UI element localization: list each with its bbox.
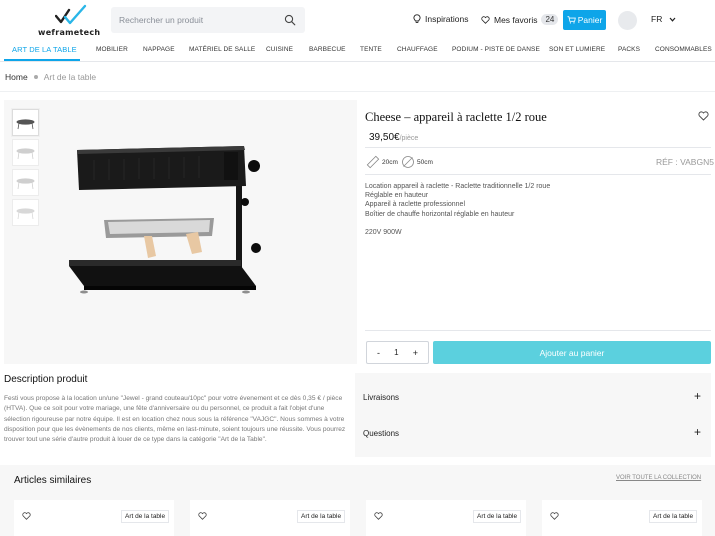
divider	[365, 330, 711, 331]
dimension-height-value: 20cm	[382, 158, 398, 166]
dimension-diameter-value: 50cm	[417, 158, 433, 166]
avatar[interactable]	[618, 11, 637, 30]
product-card[interactable]: Art de la table	[366, 500, 526, 536]
ruler-icon	[366, 155, 380, 169]
product-reference: RÉF : VABGN5	[656, 157, 714, 167]
category-tag: Art de la table	[473, 510, 522, 523]
divider	[0, 91, 715, 92]
breadcrumb-home[interactable]: Home	[5, 72, 28, 82]
search-box	[111, 7, 305, 33]
diameter-icon	[402, 156, 414, 168]
search-icon[interactable]	[284, 14, 296, 26]
thumbnail-image	[16, 119, 35, 130]
gallery-thumbnail[interactable]	[12, 169, 39, 196]
cart-icon	[567, 16, 576, 24]
cart-label: Panier	[577, 15, 603, 25]
accordion-item-questions[interactable]: Questions	[363, 429, 399, 438]
nav-item-consommables[interactable]: CONSOMMABLES	[655, 46, 712, 53]
feature-line: Réglable en hauteur	[365, 192, 429, 200]
breadcrumb-current[interactable]: Art de la table	[44, 72, 96, 82]
active-tab-indicator	[4, 59, 80, 61]
search-input[interactable]	[119, 13, 279, 27]
similar-articles: Articles similaires VOIR TOUTE LA COLLEC…	[0, 465, 715, 536]
product-features: Location appareil à raclette - Raclette …	[365, 182, 550, 219]
product-power: 220V 900W	[365, 229, 402, 236]
logo[interactable]: weframetech	[38, 4, 100, 37]
language-selector[interactable]: FR	[651, 14, 676, 24]
heart-icon[interactable]	[698, 111, 709, 121]
quantity-decrement-button[interactable]: -	[377, 348, 380, 358]
gallery-thumbnail[interactable]	[12, 199, 39, 226]
gallery-thumbnail[interactable]	[12, 109, 39, 136]
product-price: 39,50€/pièce	[369, 132, 418, 143]
nav-item-tente[interactable]: TENTE	[360, 46, 382, 53]
breadcrumb: Home Art de la table	[5, 72, 96, 82]
nav-item-son-et-lumiere[interactable]: SON ET LUMIERE	[549, 46, 605, 53]
quantity-increment-button[interactable]: +	[413, 348, 418, 358]
cart-button[interactable]: Panier	[563, 10, 606, 30]
feature-line: Appareil à raclette professionnel	[365, 201, 466, 209]
product-image	[69, 146, 261, 294]
plus-icon[interactable]: +	[694, 389, 701, 403]
product-card[interactable]: Art de la table	[542, 500, 702, 536]
thumbnail-image	[16, 148, 35, 160]
product-card[interactable]: Art de la table	[14, 500, 174, 536]
product-title: Cheese – appareil à raclette 1/2 roue	[365, 110, 547, 124]
heart-icon[interactable]	[22, 512, 31, 520]
breadcrumb-separator	[33, 75, 38, 79]
site-header: weframetech Inspirations Mes favoris 24 …	[0, 0, 715, 40]
description-body: Festi vous propose à la location un/une …	[4, 395, 346, 444]
accordion-item-livraisons[interactable]: Livraisons	[363, 393, 399, 402]
gallery-thumbnail[interactable]	[12, 139, 39, 166]
nav-item-packs[interactable]: PACKS	[618, 46, 640, 53]
feature-line: Boîtier de chauffe horizontal réglable e…	[365, 210, 515, 218]
favorites-link[interactable]: Mes favoris 24	[481, 14, 559, 25]
price-value: 39,50€	[369, 132, 400, 143]
dimension-diameter: 50cm	[401, 155, 433, 169]
heart-icon[interactable]	[198, 512, 207, 520]
thumbnail-image	[16, 178, 35, 190]
category-tag: Art de la table	[297, 510, 346, 523]
category-tag: Art de la table	[121, 510, 170, 523]
inspirations-link[interactable]: Inspirations	[413, 14, 468, 24]
feature-line: Location appareil à raclette - Raclette …	[365, 183, 551, 190]
product-gallery	[4, 100, 357, 364]
heart-icon[interactable]	[374, 512, 383, 520]
divider	[365, 174, 711, 175]
logo-wordmark: weframetech	[38, 28, 101, 37]
price-unit: /pièce	[399, 135, 419, 142]
similar-title: Articles similaires	[14, 475, 92, 486]
lightbulb-icon	[413, 14, 421, 23]
category-nav: ART DE LA TABLE MOBILIER NAPPAGE MATÉRIE…	[0, 42, 715, 62]
nav-item-barbecue[interactable]: BARBECUE	[309, 46, 346, 53]
heart-icon	[481, 15, 490, 24]
category-tag: Art de la table	[649, 510, 698, 523]
dimension-height: 20cm	[366, 155, 398, 169]
language-label: FR	[651, 14, 663, 24]
quantity-value[interactable]: 1	[394, 348, 398, 357]
thumbnail-image	[16, 208, 35, 220]
nav-item-nappage[interactable]: NAPPAGE	[143, 46, 175, 53]
info-accordion: Livraisons + Questions +	[355, 373, 711, 457]
favorites-count-badge: 24	[541, 14, 559, 25]
heart-icon[interactable]	[550, 512, 559, 520]
nav-item-art-de-la-table[interactable]: ART DE LA TABLE	[12, 45, 77, 54]
nav-item-materiel-de-salle[interactable]: MATÉRIEL DE SALLE	[189, 46, 255, 53]
inspirations-label: Inspirations	[425, 14, 469, 24]
add-to-cart-button[interactable]: Ajouter au panier	[433, 341, 711, 364]
divider	[365, 147, 711, 148]
quantity-stepper: - 1 +	[366, 341, 429, 364]
description-title: Description produit	[4, 374, 88, 385]
nav-item-podium[interactable]: PODIUM - PISTE DE DANSE	[452, 46, 540, 53]
plus-icon[interactable]: +	[694, 425, 701, 439]
logo-check-icon	[55, 4, 87, 25]
favorites-label: Mes favoris	[494, 14, 538, 25]
view-all-collection-link[interactable]: VOIR TOUTE LA COLLECTION	[616, 475, 701, 481]
chevron-down-icon	[669, 17, 676, 22]
nav-item-mobilier[interactable]: MOBILIER	[96, 46, 128, 53]
nav-item-cuisine[interactable]: CUISINE	[266, 46, 293, 53]
product-card[interactable]: Art de la table	[190, 500, 350, 536]
nav-item-chauffage[interactable]: CHAUFFAGE	[397, 46, 438, 53]
